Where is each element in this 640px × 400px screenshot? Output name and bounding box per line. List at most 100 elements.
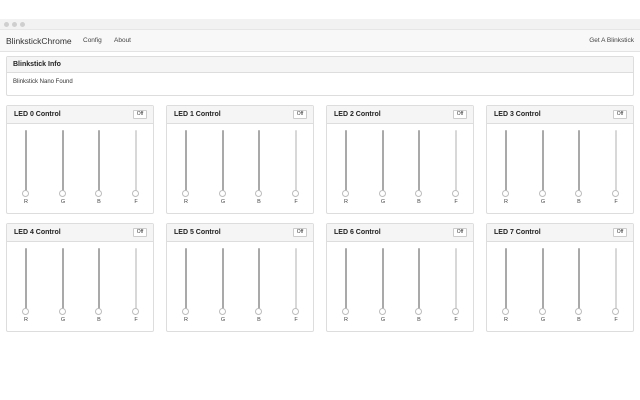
channel-b-slider[interactable]: B xyxy=(254,248,264,328)
slider-thumb[interactable] xyxy=(59,308,66,315)
channel-f-slider[interactable]: F xyxy=(611,130,621,210)
channel-g-slider[interactable]: G xyxy=(58,130,68,210)
slider-track[interactable] xyxy=(345,248,347,312)
slider-track[interactable] xyxy=(505,248,507,312)
channel-g-slider[interactable]: G xyxy=(218,248,228,328)
channel-f-slider[interactable]: F xyxy=(131,130,141,210)
channel-r-slider[interactable]: R xyxy=(501,130,511,210)
led-off-button[interactable]: Off xyxy=(133,110,147,119)
slider-track[interactable] xyxy=(542,248,544,312)
slider-thumb[interactable] xyxy=(22,308,29,315)
slider-track[interactable] xyxy=(615,248,617,312)
slider-thumb[interactable] xyxy=(182,308,189,315)
slider-thumb[interactable] xyxy=(539,190,546,197)
slider-thumb[interactable] xyxy=(415,308,422,315)
slider-track[interactable] xyxy=(25,130,27,194)
channel-b-slider[interactable]: B xyxy=(574,248,584,328)
led-off-button[interactable]: Off xyxy=(453,228,467,237)
channel-r-slider[interactable]: R xyxy=(341,130,351,210)
channel-f-slider[interactable]: F xyxy=(291,130,301,210)
channel-f-slider[interactable]: F xyxy=(451,248,461,328)
slider-thumb[interactable] xyxy=(539,308,546,315)
slider-thumb[interactable] xyxy=(379,308,386,315)
slider-track[interactable] xyxy=(25,248,27,312)
slider-thumb[interactable] xyxy=(452,308,459,315)
nav-about-link[interactable]: About xyxy=(114,37,131,44)
slider-thumb[interactable] xyxy=(95,308,102,315)
slider-thumb[interactable] xyxy=(415,190,422,197)
slider-track[interactable] xyxy=(258,248,260,312)
slider-thumb[interactable] xyxy=(255,308,262,315)
get-blinkstick-link[interactable]: Get A Blinkstick xyxy=(589,37,634,44)
slider-thumb[interactable] xyxy=(219,190,226,197)
nav-config-link[interactable]: Config xyxy=(83,37,102,44)
minimize-window-dot[interactable] xyxy=(12,22,17,27)
slider-thumb[interactable] xyxy=(502,190,509,197)
led-off-button[interactable]: Off xyxy=(613,228,627,237)
channel-b-slider[interactable]: B xyxy=(94,248,104,328)
channel-g-slider[interactable]: G xyxy=(538,248,548,328)
slider-thumb[interactable] xyxy=(219,308,226,315)
channel-g-slider[interactable]: G xyxy=(218,130,228,210)
channel-b-slider[interactable]: B xyxy=(414,248,424,328)
channel-b-slider[interactable]: B xyxy=(414,130,424,210)
channel-g-slider[interactable]: G xyxy=(378,248,388,328)
channel-b-slider[interactable]: B xyxy=(94,130,104,210)
led-off-button[interactable]: Off xyxy=(453,110,467,119)
led-off-button[interactable]: Off xyxy=(293,110,307,119)
slider-track[interactable] xyxy=(382,130,384,194)
slider-track[interactable] xyxy=(542,130,544,194)
slider-track[interactable] xyxy=(382,248,384,312)
channel-r-slider[interactable]: R xyxy=(341,248,351,328)
slider-track[interactable] xyxy=(135,130,137,194)
slider-thumb[interactable] xyxy=(502,308,509,315)
slider-track[interactable] xyxy=(185,248,187,312)
slider-track[interactable] xyxy=(295,248,297,312)
channel-r-slider[interactable]: R xyxy=(501,248,511,328)
slider-track[interactable] xyxy=(418,130,420,194)
slider-track[interactable] xyxy=(578,248,580,312)
channel-b-slider[interactable]: B xyxy=(254,130,264,210)
channel-r-slider[interactable]: R xyxy=(21,130,31,210)
slider-thumb[interactable] xyxy=(182,190,189,197)
slider-track[interactable] xyxy=(222,130,224,194)
slider-thumb[interactable] xyxy=(342,190,349,197)
slider-thumb[interactable] xyxy=(575,308,582,315)
channel-b-slider[interactable]: B xyxy=(574,130,584,210)
slider-track[interactable] xyxy=(62,130,64,194)
slider-track[interactable] xyxy=(418,248,420,312)
slider-track[interactable] xyxy=(98,248,100,312)
maximize-window-dot[interactable] xyxy=(20,22,25,27)
slider-track[interactable] xyxy=(455,130,457,194)
channel-r-slider[interactable]: R xyxy=(181,248,191,328)
slider-track[interactable] xyxy=(98,130,100,194)
slider-thumb[interactable] xyxy=(612,190,619,197)
slider-track[interactable] xyxy=(455,248,457,312)
slider-thumb[interactable] xyxy=(59,190,66,197)
slider-thumb[interactable] xyxy=(292,190,299,197)
channel-f-slider[interactable]: F xyxy=(291,248,301,328)
slider-track[interactable] xyxy=(505,130,507,194)
slider-thumb[interactable] xyxy=(132,308,139,315)
slider-thumb[interactable] xyxy=(612,308,619,315)
slider-thumb[interactable] xyxy=(452,190,459,197)
slider-track[interactable] xyxy=(295,130,297,194)
slider-track[interactable] xyxy=(222,248,224,312)
slider-track[interactable] xyxy=(258,130,260,194)
slider-track[interactable] xyxy=(62,248,64,312)
channel-f-slider[interactable]: F xyxy=(131,248,141,328)
slider-track[interactable] xyxy=(135,248,137,312)
channel-g-slider[interactable]: G xyxy=(538,130,548,210)
channel-g-slider[interactable]: G xyxy=(378,130,388,210)
slider-thumb[interactable] xyxy=(292,308,299,315)
channel-r-slider[interactable]: R xyxy=(181,130,191,210)
led-off-button[interactable]: Off xyxy=(293,228,307,237)
channel-r-slider[interactable]: R xyxy=(21,248,31,328)
slider-thumb[interactable] xyxy=(379,190,386,197)
slider-track[interactable] xyxy=(185,130,187,194)
app-brand[interactable]: BlinkstickChrome xyxy=(6,36,72,46)
slider-thumb[interactable] xyxy=(95,190,102,197)
led-off-button[interactable]: Off xyxy=(133,228,147,237)
close-window-dot[interactable] xyxy=(4,22,9,27)
channel-f-slider[interactable]: F xyxy=(451,130,461,210)
